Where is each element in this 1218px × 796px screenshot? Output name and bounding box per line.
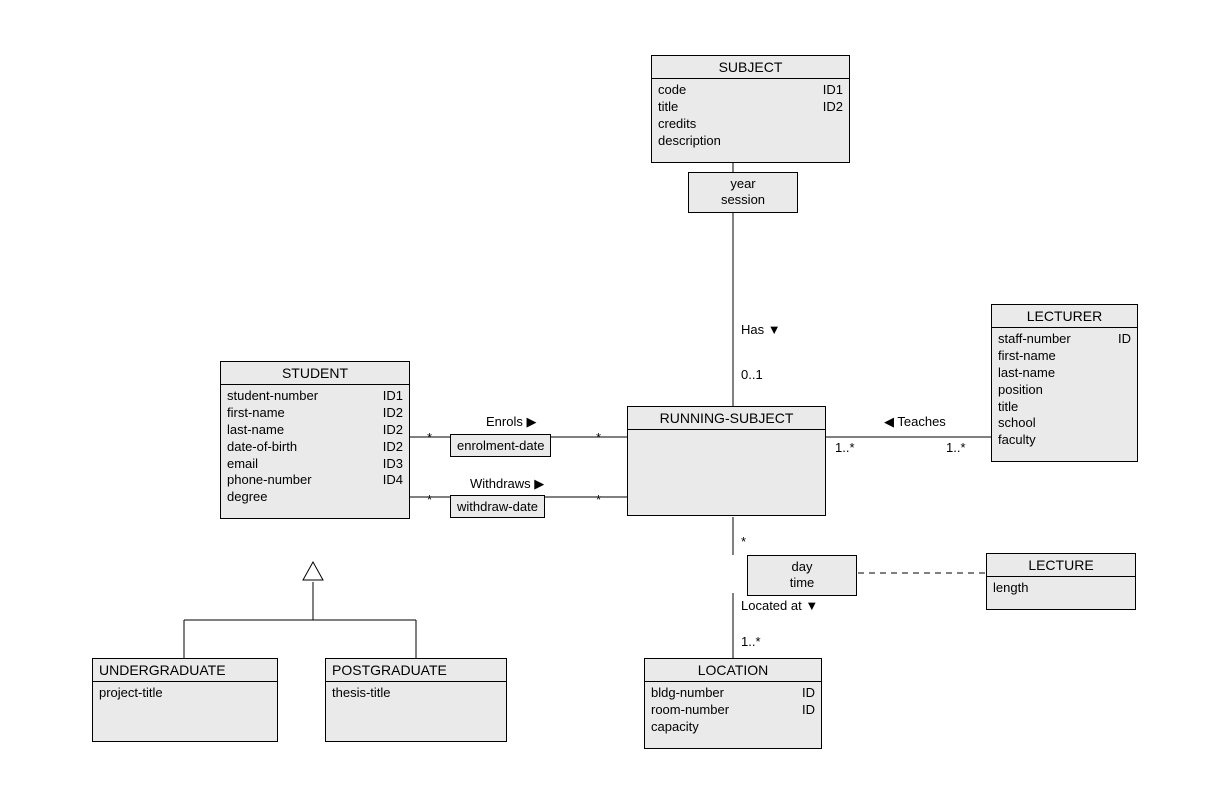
mult-located-bottom: 1..*	[741, 634, 761, 649]
entity-title: SUBJECT	[652, 56, 849, 79]
assoc-class-day-time: day time	[747, 555, 857, 596]
entity-body: staff-numberID first-name last-name posi…	[992, 328, 1137, 461]
entity-running-subject: RUNNING-SUBJECT	[627, 406, 826, 516]
assoc-class-withdraws: withdraw-date	[450, 495, 545, 518]
assoc-class-year-session: year session	[688, 172, 798, 213]
mult-daytime-top: *	[741, 534, 746, 549]
rel-label-teaches: ◀ Teaches	[884, 414, 946, 430]
entity-lecturer: LECTURER staff-numberID first-name last-…	[991, 304, 1138, 462]
mult-withdraws-left: *	[427, 492, 432, 507]
entity-title: LOCATION	[645, 659, 821, 682]
mult-withdraws-right: *	[596, 492, 601, 507]
entity-undergraduate: UNDERGRADUATE project-title	[92, 658, 278, 742]
entity-subject: SUBJECT codeID1 titleID2 credits descrip…	[651, 55, 850, 163]
mult-teaches-left: 1..*	[835, 440, 855, 455]
mult-enrols-left: *	[427, 430, 432, 445]
entity-title: LECTURE	[987, 554, 1135, 577]
entity-body: student-numberID1 first-nameID2 last-nam…	[221, 385, 409, 518]
rel-label-enrols: Enrols ▶	[486, 414, 536, 430]
entity-postgraduate: POSTGRADUATE thesis-title	[325, 658, 507, 742]
entity-student: STUDENT student-numberID1 first-nameID2 …	[220, 361, 410, 519]
entity-title: UNDERGRADUATE	[93, 659, 277, 682]
rel-label-withdraws: Withdraws ▶	[470, 476, 544, 492]
entity-body: project-title	[93, 682, 277, 741]
assoc-class-enrols: enrolment-date	[450, 434, 551, 457]
rel-label-located-at: Located at ▼	[741, 598, 818, 613]
entity-body: length	[987, 577, 1135, 609]
entity-lecture: LECTURE length	[986, 553, 1136, 610]
rel-label-has: Has ▼	[741, 322, 781, 337]
mult-teaches-right: 1..*	[946, 440, 966, 455]
entity-body: codeID1 titleID2 credits description	[652, 79, 849, 162]
mult-enrols-right: *	[596, 430, 601, 445]
entity-location: LOCATION bldg-numberID room-numberID cap…	[644, 658, 822, 749]
entity-title: LECTURER	[992, 305, 1137, 328]
entity-body: thesis-title	[326, 682, 506, 741]
entity-body: bldg-numberID room-numberID capacity	[645, 682, 821, 748]
entity-title: STUDENT	[221, 362, 409, 385]
mult-has-bottom: 0..1	[741, 367, 763, 382]
entity-title: POSTGRADUATE	[326, 659, 506, 682]
entity-title: RUNNING-SUBJECT	[628, 407, 825, 430]
entity-body	[628, 430, 825, 515]
